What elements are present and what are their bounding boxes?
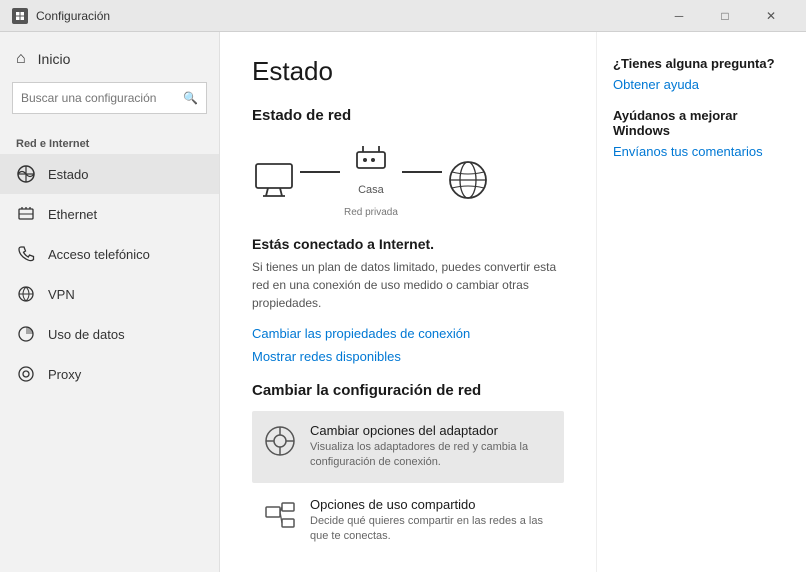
status-connected-text: Estás conectado a Internet. xyxy=(252,236,564,252)
sidebar-home[interactable]: ⌂ Inicio xyxy=(0,40,219,78)
globe-icon xyxy=(446,158,490,202)
link-cambiar-propiedades[interactable]: Cambiar las propiedades de conexión xyxy=(252,326,564,341)
adaptador-text: Cambiar opciones del adaptador Visualiza… xyxy=(310,423,554,471)
status-desc-text: Si tienes un plan de datos limitado, pue… xyxy=(252,258,564,312)
search-icon: 🔍 xyxy=(183,91,198,105)
router-label-casa: Casa xyxy=(358,180,384,198)
sidebar-item-uso[interactable]: Uso de datos xyxy=(0,314,219,354)
sidebar-nav-top: ⌂ Inicio 🔍 xyxy=(0,32,219,130)
right-panel-feedback-link[interactable]: Envíanos tus comentarios xyxy=(613,144,790,159)
compartido-icon xyxy=(262,497,298,533)
right-panel: ¿Tienes alguna pregunta? Obtener ayuda A… xyxy=(596,32,806,572)
sidebar-item-proxy[interactable]: Proxy xyxy=(0,354,219,394)
right-panel-help-link[interactable]: Obtener ayuda xyxy=(613,77,790,92)
adaptador-title: Cambiar opciones del adaptador xyxy=(310,423,554,438)
change-item-adaptador[interactable]: Cambiar opciones del adaptador Visualiza… xyxy=(252,411,564,483)
minimize-button[interactable]: ─ xyxy=(656,0,702,32)
adaptador-desc: Visualiza los adaptadores de red y cambi… xyxy=(310,440,554,471)
sidebar-home-label: Inicio xyxy=(38,51,71,67)
home-icon: ⌂ xyxy=(16,50,26,68)
proxy-icon xyxy=(16,364,36,384)
vpn-icon xyxy=(16,284,36,304)
sidebar-item-label-ethernet: Ethernet xyxy=(48,207,97,222)
sidebar-item-label-estado: Estado xyxy=(48,167,88,182)
maximize-button[interactable]: □ xyxy=(702,0,748,32)
net-line-1 xyxy=(300,171,340,173)
sidebar: ⌂ Inicio 🔍 Red e Internet Estado xyxy=(0,32,220,572)
net-node-pc xyxy=(252,162,296,198)
chart-icon xyxy=(16,324,36,344)
compartido-title: Opciones de uso compartido xyxy=(310,497,554,512)
router-label-privada: Red privada xyxy=(344,202,398,220)
pc-icon xyxy=(252,162,296,198)
sidebar-item-vpn[interactable]: VPN xyxy=(0,274,219,314)
phone-icon xyxy=(16,244,36,264)
sidebar-item-label-vpn: VPN xyxy=(48,287,75,302)
estado-icon xyxy=(16,164,36,184)
router-icon xyxy=(353,140,389,176)
sidebar-item-ethernet[interactable]: Ethernet xyxy=(0,194,219,234)
right-panel-question-title: ¿Tienes alguna pregunta? xyxy=(613,56,790,71)
sidebar-item-label-acceso: Acceso telefónico xyxy=(48,247,150,262)
sidebar-item-estado[interactable]: Estado xyxy=(0,154,219,194)
net-line-2 xyxy=(402,171,442,173)
app-body: ⌂ Inicio 🔍 Red e Internet Estado xyxy=(0,32,806,572)
sidebar-item-label-proxy: Proxy xyxy=(48,367,81,382)
app-icon xyxy=(12,8,28,24)
change-item-compartido[interactable]: Opciones de uso compartido Decide qué qu… xyxy=(252,485,564,557)
main-content: Estado Estado de red xyxy=(220,32,596,572)
sidebar-section-title: Red e Internet xyxy=(0,130,219,154)
window-controls: ─ □ ✕ xyxy=(656,0,794,32)
sidebar-item-acceso[interactable]: Acceso telefónico xyxy=(0,234,219,274)
change-item-solucionador[interactable]: Solucionador de problemas de red Diagnos… xyxy=(252,559,564,572)
compartido-text: Opciones de uso compartido Decide qué qu… xyxy=(310,497,554,545)
ethernet-icon xyxy=(16,204,36,224)
compartido-desc: Decide qué quieres compartir en las rede… xyxy=(310,514,554,545)
net-node-router: Casa Red privada xyxy=(344,140,398,220)
page-title: Estado xyxy=(252,56,564,87)
network-section-title: Estado de red xyxy=(252,107,564,124)
right-panel-improve-title: Ayúdanos a mejorar Windows xyxy=(613,108,790,138)
titlebar: Configuración ─ □ ✕ xyxy=(0,0,806,32)
net-node-internet xyxy=(446,158,490,202)
search-input[interactable] xyxy=(21,91,183,105)
network-diagram: Casa Red privada xyxy=(252,140,564,220)
sidebar-search-box[interactable]: 🔍 xyxy=(12,82,207,114)
change-section-title: Cambiar la configuración de red xyxy=(252,382,564,399)
link-mostrar-redes[interactable]: Mostrar redes disponibles xyxy=(252,349,564,364)
sidebar-item-label-uso: Uso de datos xyxy=(48,327,125,342)
close-button[interactable]: ✕ xyxy=(748,0,794,32)
titlebar-title: Configuración xyxy=(36,9,656,23)
adaptador-icon xyxy=(262,423,298,459)
